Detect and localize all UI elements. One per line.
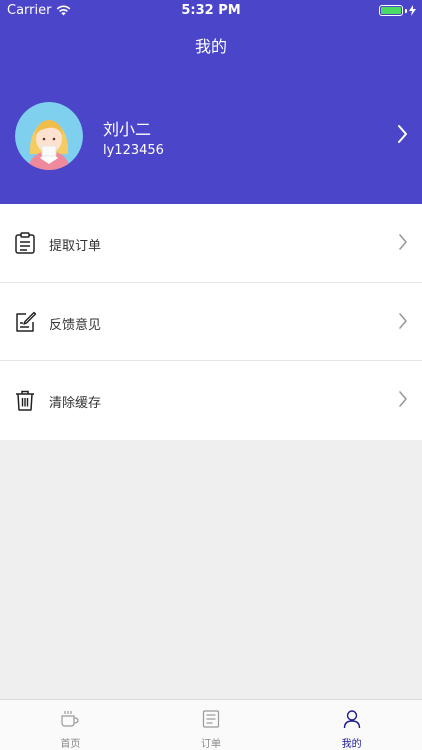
- menu-item-clear-cache[interactable]: 清除缓存: [0, 361, 422, 440]
- tab-profile[interactable]: 我的: [281, 700, 422, 750]
- tab-bar: 首页 订单 我的: [0, 699, 422, 750]
- edit-icon: [16, 311, 36, 332]
- chevron-right-icon: [399, 391, 407, 407]
- clipboard-icon: [15, 232, 35, 254]
- profile-card[interactable]: 刘小二 ly123456: [0, 100, 422, 172]
- charging-icon: [409, 5, 416, 16]
- status-bar: Carrier 5:32 PM: [0, 0, 422, 22]
- menu-item-feedback[interactable]: 反馈意见: [0, 283, 422, 361]
- tab-label: 首页: [60, 739, 81, 750]
- tab-orders[interactable]: 订单: [141, 700, 282, 750]
- menu-item-label: 反馈意见: [49, 317, 102, 333]
- menu-item-extract-order[interactable]: 提取订单: [0, 204, 422, 283]
- chevron-right-icon[interactable]: [397, 124, 408, 144]
- avatar[interactable]: [15, 102, 83, 170]
- user-id: ly123456: [103, 143, 164, 158]
- user-icon: [343, 710, 360, 729]
- chevron-right-icon: [399, 234, 407, 250]
- tab-label: 我的: [341, 739, 362, 750]
- page-title: 我的: [194, 37, 227, 56]
- user-name: 刘小二: [103, 120, 152, 139]
- menu-item-label: 清除缓存: [49, 396, 102, 411]
- status-time: 5:32 PM: [181, 3, 241, 18]
- battery-icon: [379, 5, 403, 16]
- avatar-illustration-icon: [15, 102, 83, 170]
- settings-menu: 提取订单 反馈意见 清除缓存: [0, 204, 422, 440]
- cup-icon: [61, 711, 79, 727]
- tab-label: 订单: [201, 739, 221, 750]
- battery-indicator: [379, 5, 416, 16]
- menu-item-label: 提取订单: [49, 239, 102, 254]
- profile-header: Carrier 5:32 PM 我的 刘小二 ly123456: [0, 0, 422, 204]
- chevron-right-icon: [399, 312, 407, 329]
- trash-icon: [16, 390, 34, 411]
- tab-home[interactable]: 首页: [0, 700, 141, 750]
- list-icon: [202, 710, 220, 728]
